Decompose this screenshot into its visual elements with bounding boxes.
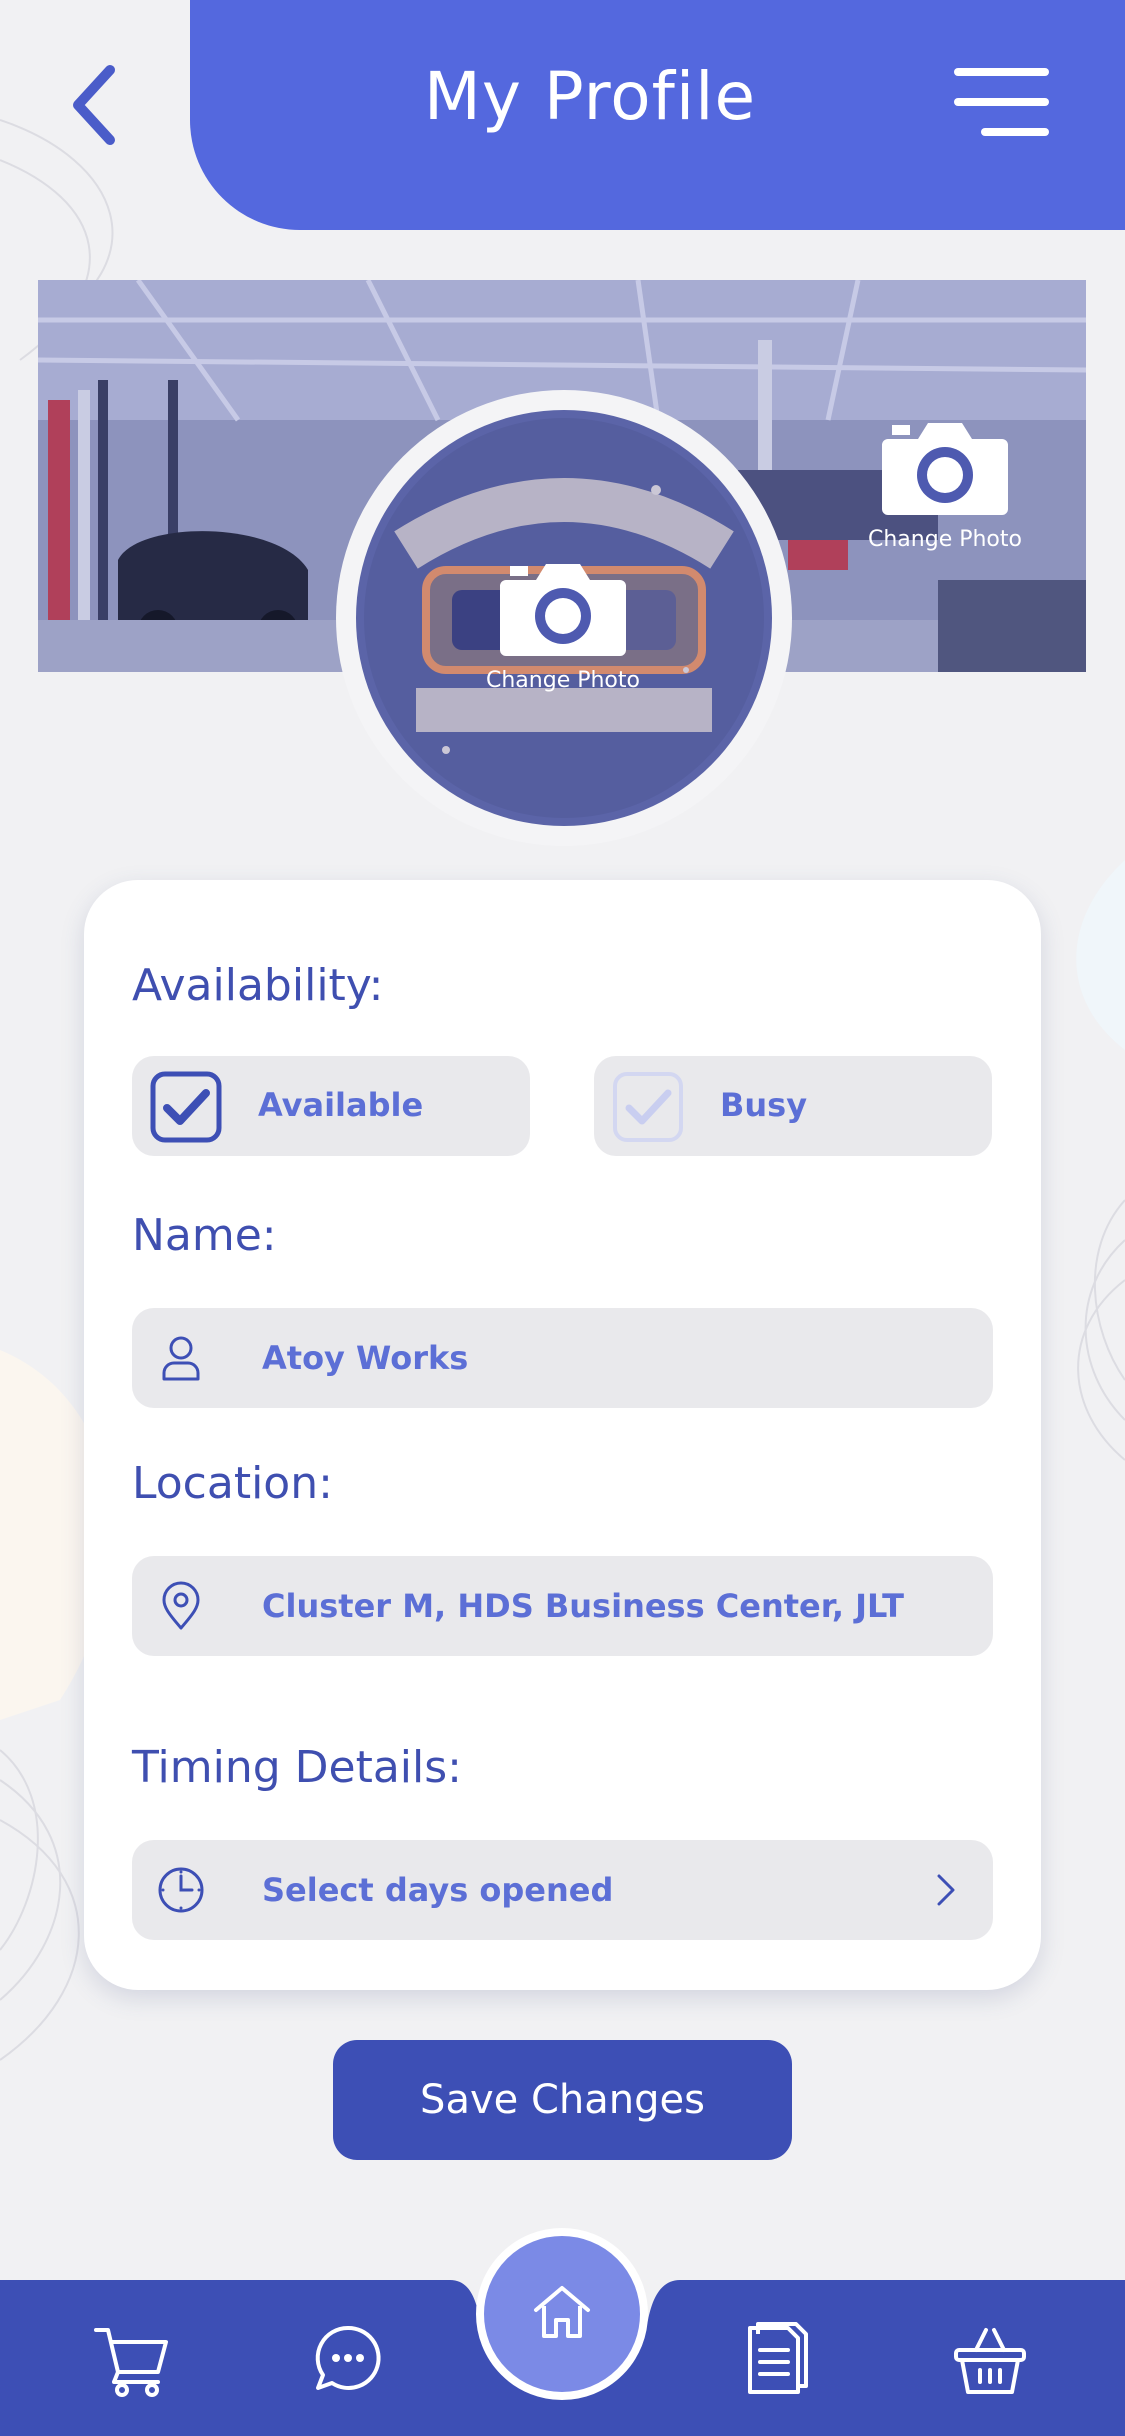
basket-icon bbox=[954, 2328, 1026, 2394]
location-pin-icon bbox=[162, 1581, 200, 1630]
profile-form-card: Availability: Available Busy Name: Atoy … bbox=[84, 880, 1041, 1990]
avatar-change-photo-button[interactable]: Change Photo bbox=[470, 556, 656, 693]
chevron-right-icon bbox=[937, 1874, 955, 1906]
home-icon bbox=[534, 2286, 590, 2338]
clock-icon bbox=[158, 1867, 204, 1913]
name-label: Name: bbox=[132, 1210, 277, 1261]
chat-icon bbox=[315, 2325, 381, 2390]
timing-details-label: Timing Details: bbox=[132, 1742, 462, 1793]
save-changes-button[interactable]: Save Changes bbox=[333, 2040, 792, 2160]
cart-icon bbox=[94, 2328, 168, 2397]
availability-label: Availability: bbox=[132, 960, 384, 1011]
user-icon bbox=[162, 1336, 200, 1381]
location-label: Location: bbox=[132, 1458, 333, 1509]
tab-chat[interactable] bbox=[308, 2320, 388, 2400]
busy-option[interactable]: Busy bbox=[594, 1056, 992, 1156]
camera-icon bbox=[882, 423, 1008, 515]
hamburger-menu-icon bbox=[954, 68, 1049, 136]
name-field[interactable]: Atoy Works bbox=[132, 1308, 993, 1408]
location-value: Cluster M, HDS Business Center, JLT bbox=[262, 1587, 904, 1625]
chevron-left-icon bbox=[73, 65, 115, 145]
checkbox-checked-icon bbox=[150, 1071, 222, 1143]
checkbox-unchecked-icon bbox=[612, 1071, 684, 1143]
menu-button[interactable] bbox=[950, 62, 1050, 142]
tab-basket[interactable] bbox=[950, 2320, 1030, 2400]
available-option-label: Available bbox=[258, 1086, 424, 1124]
tab-cart[interactable] bbox=[92, 2320, 172, 2400]
timing-value: Select days opened bbox=[262, 1871, 614, 1909]
tab-home[interactable] bbox=[476, 2228, 648, 2400]
name-value: Atoy Works bbox=[262, 1339, 469, 1377]
cover-change-photo-label: Change Photo bbox=[868, 527, 1022, 552]
back-button[interactable] bbox=[60, 60, 130, 150]
tab-documents[interactable] bbox=[738, 2320, 818, 2400]
busy-option-label: Busy bbox=[720, 1086, 808, 1124]
timing-field[interactable]: Select days opened bbox=[132, 1840, 993, 1940]
page-title: My Profile bbox=[423, 58, 757, 135]
avatar-change-photo-label: Change Photo bbox=[486, 668, 640, 693]
camera-icon bbox=[500, 564, 626, 656]
documents-icon bbox=[748, 2322, 808, 2394]
location-field[interactable]: Cluster M, HDS Business Center, JLT bbox=[132, 1556, 993, 1656]
cover-change-photo-button[interactable]: Change Photo bbox=[860, 415, 1030, 552]
available-option[interactable]: Available bbox=[132, 1056, 530, 1156]
